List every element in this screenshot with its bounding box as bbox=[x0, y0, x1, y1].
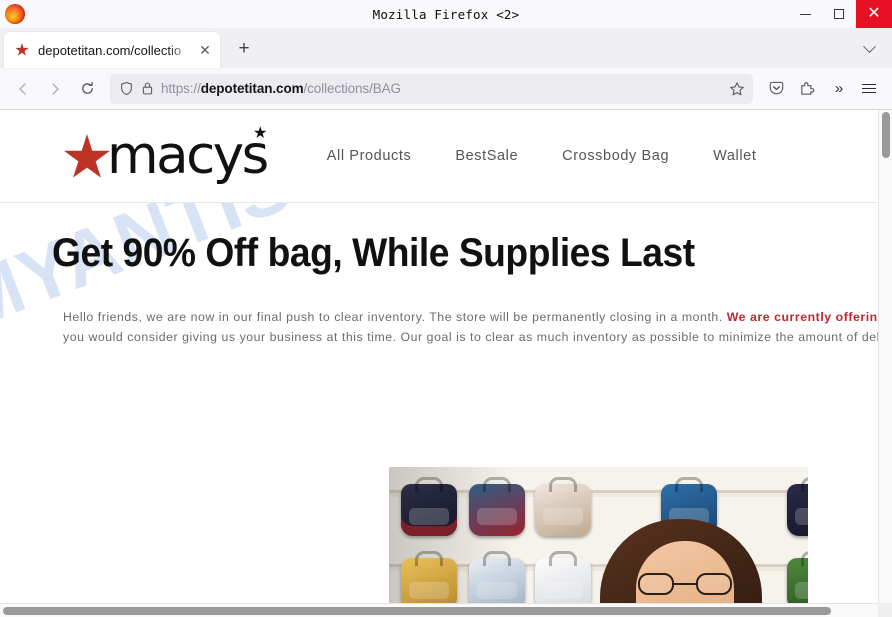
chevron-down-icon[interactable] bbox=[856, 36, 882, 62]
url-domain: depotetitan.com bbox=[200, 81, 304, 96]
arrow-left-icon bbox=[19, 82, 26, 95]
red-star-logo-icon bbox=[63, 134, 111, 178]
nav-item-bestsale[interactable]: BestSale bbox=[455, 148, 518, 164]
red-star-favicon bbox=[14, 42, 30, 58]
extensions-puzzle-icon[interactable] bbox=[792, 74, 822, 104]
web-page-content: MYANTISPYWARE.COM macys All Products Bes… bbox=[0, 110, 892, 617]
nav-item-wallet[interactable]: Wallet bbox=[713, 148, 756, 164]
maximize-button[interactable] bbox=[822, 0, 856, 28]
horizontal-scrollbar[interactable] bbox=[0, 603, 892, 617]
navigation-toolbar: https://depotetitan.com/collections/BAG … bbox=[0, 68, 892, 110]
logo-suffix: s bbox=[241, 125, 270, 187]
url-scheme: https:// bbox=[161, 81, 201, 96]
overflow-label: » bbox=[834, 80, 843, 97]
page-headline: Get 90% Off bag, While Supplies Last bbox=[52, 231, 695, 275]
site-navigation: All Products BestSale Crossbody Bag Wall… bbox=[327, 148, 757, 164]
bookmark-star-icon[interactable] bbox=[729, 81, 745, 97]
tab-strip: depotetitan.com/collectio ✕ + bbox=[0, 28, 892, 68]
back-button[interactable] bbox=[8, 74, 38, 104]
logo-brand: macy bbox=[107, 125, 244, 187]
firefox-logo-icon bbox=[5, 4, 25, 24]
tab-title: depotetitan.com/collectio bbox=[38, 42, 182, 58]
page-viewport: MYANTISPYWARE.COM macys All Products Bes… bbox=[0, 110, 892, 617]
padlock-icon bbox=[141, 81, 154, 96]
eyeglasses-icon bbox=[638, 573, 732, 595]
firefox-window: Mozilla Firefox <2> ✕ depotetitan.com/co… bbox=[0, 0, 892, 617]
logo-wordmark: macys bbox=[107, 126, 283, 182]
window-title: Mozilla Firefox <2> bbox=[372, 6, 520, 22]
vertical-scrollbar-thumb[interactable] bbox=[882, 112, 890, 158]
overflow-chevrons-icon[interactable]: » bbox=[823, 74, 853, 104]
toolbar-right-actions: » bbox=[761, 74, 884, 104]
nav-item-all-products[interactable]: All Products bbox=[327, 148, 412, 164]
browser-tab[interactable]: depotetitan.com/collectio ✕ bbox=[4, 32, 220, 68]
reload-button[interactable] bbox=[72, 74, 102, 104]
window-controls: ✕ bbox=[788, 0, 892, 28]
scrollbar-corner bbox=[878, 603, 892, 617]
url-path: /collections/BAG bbox=[303, 81, 402, 96]
promo-photo bbox=[389, 467, 808, 617]
shield-icon[interactable] bbox=[119, 81, 134, 96]
vertical-scrollbar[interactable] bbox=[878, 110, 892, 617]
application-menu-button[interactable] bbox=[854, 74, 884, 104]
promo-text-part-1: Hello friends, we are now in our final p… bbox=[63, 310, 727, 324]
arrow-right-icon bbox=[52, 82, 59, 95]
macys-logo[interactable]: macys bbox=[63, 126, 283, 182]
minimize-button[interactable] bbox=[788, 0, 822, 28]
close-window-button[interactable]: ✕ bbox=[856, 0, 892, 28]
horizontal-scrollbar-thumb[interactable] bbox=[3, 607, 831, 615]
url-text: https://depotetitan.com/collections/BAG bbox=[161, 81, 722, 96]
new-tab-button[interactable]: + bbox=[228, 33, 260, 65]
reload-icon bbox=[81, 81, 93, 94]
site-header: macys All Products BestSale Crossbody Ba… bbox=[0, 110, 892, 203]
nav-item-crossbody-bag[interactable]: Crossbody Bag bbox=[562, 148, 669, 164]
window-title-bar: Mozilla Firefox <2> ✕ bbox=[0, 0, 892, 28]
close-tab-button[interactable]: ✕ bbox=[196, 41, 214, 59]
pocket-icon[interactable] bbox=[761, 74, 791, 104]
address-bar[interactable]: https://depotetitan.com/collections/BAG bbox=[110, 73, 753, 104]
promo-highlight: We are currently offering up to 90% off … bbox=[726, 310, 892, 324]
forward-button[interactable] bbox=[40, 74, 70, 104]
promo-paragraph: Hello friends, we are now in our final p… bbox=[63, 307, 892, 347]
